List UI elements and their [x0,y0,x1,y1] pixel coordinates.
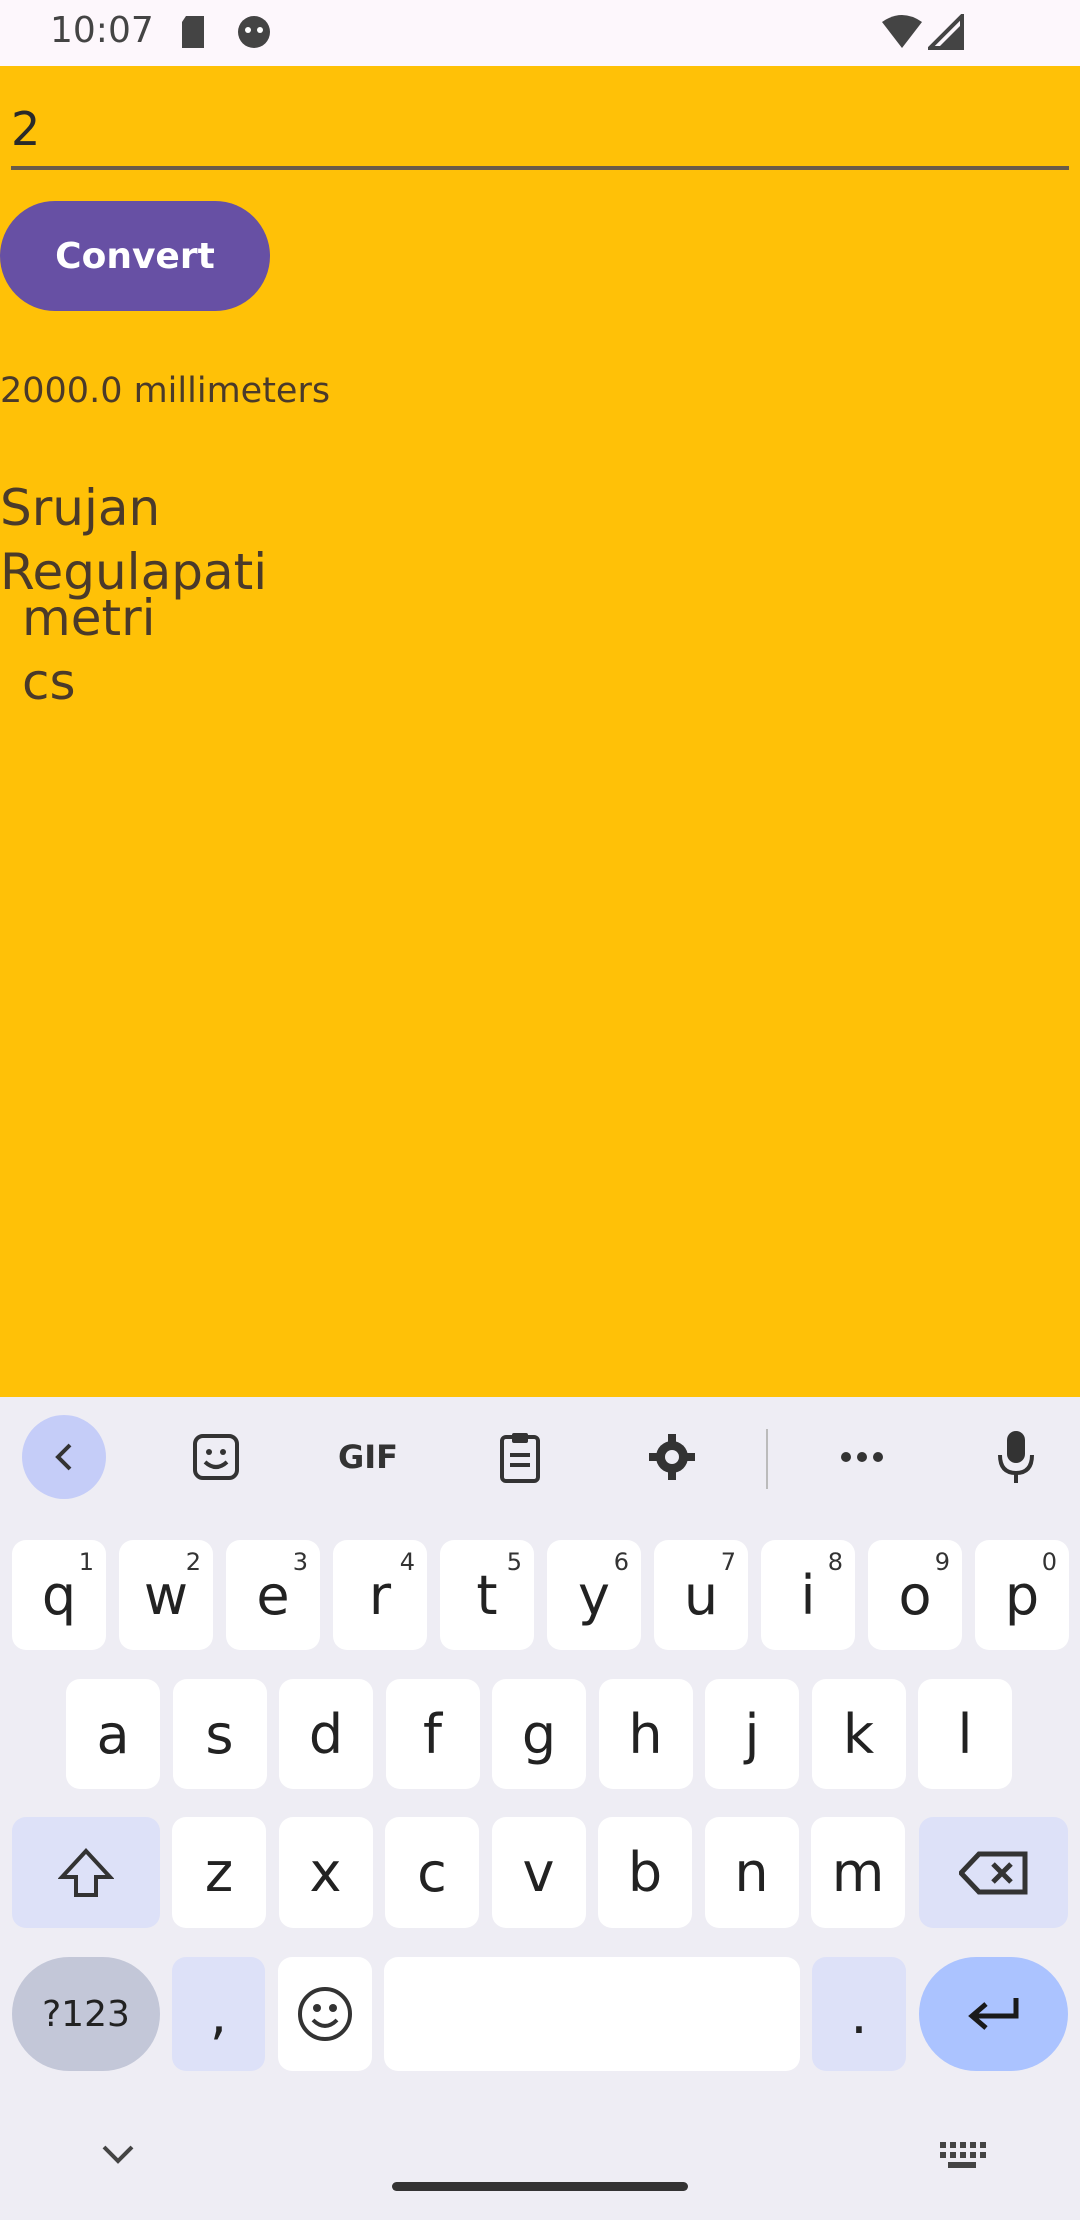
enter-key[interactable] [919,1957,1068,2071]
sd-card-icon [178,14,208,54]
toolbar-divider [766,1429,768,1489]
sticker-icon[interactable] [174,1415,258,1499]
app-content: 2 Convert 2000.0 millimeters Srujan Regu… [0,66,1080,1397]
input-value-text: 2 [11,102,41,156]
key-i[interactable]: i8 [761,1540,855,1650]
author-line-1: Srujan [0,479,161,537]
key-number-hint: 7 [720,1548,736,1576]
status-bar: 10:07 [0,0,1080,66]
comma-key[interactable]: , [172,1957,265,2071]
result-text: 2000.0 millimeters [0,371,331,411]
more-icon[interactable] [820,1415,904,1499]
metrics-label: metri cs [22,586,156,714]
key-l[interactable]: l [918,1679,1012,1789]
key-number-hint: 5 [506,1548,522,1576]
key-number-hint: 6 [613,1548,629,1576]
convert-button[interactable]: Convert [0,201,270,311]
period-key[interactable]: . [812,1957,906,2071]
key-letter: r [368,1563,392,1627]
key-v[interactable]: v [491,1817,586,1928]
key-letter: o [898,1563,932,1627]
key-u[interactable]: u7 [654,1540,748,1650]
key-p[interactable]: p0 [975,1540,1069,1650]
signal-icon [925,11,964,54]
gif-button[interactable]: GIF [326,1415,410,1499]
key-z[interactable]: z [172,1817,266,1928]
key-b[interactable]: b [598,1817,692,1928]
key-x[interactable]: x [278,1817,373,1928]
key-s[interactable]: s [172,1679,267,1789]
shift-key[interactable] [12,1817,160,1928]
key-f[interactable]: f [385,1679,480,1789]
key-t[interactable]: t5 [440,1540,534,1650]
key-letter: y [578,1563,610,1627]
key-j[interactable]: j [705,1679,799,1789]
android-icon [236,14,272,54]
key-number-hint: 3 [292,1548,308,1576]
mic-icon[interactable] [974,1415,1058,1499]
keyboard-toolbar: GIF [0,1397,1080,1517]
key-letter: t [476,1563,498,1627]
gesture-nav-bar[interactable] [392,2182,688,2191]
key-y[interactable]: y6 [547,1540,641,1650]
key-letter: i [800,1563,816,1627]
key-letter: q [41,1563,77,1627]
key-e[interactable]: e3 [226,1540,320,1650]
key-number-hint: 4 [399,1548,415,1576]
keyboard-icon[interactable] [920,2113,1004,2197]
status-time: 10:07 [50,10,154,51]
key-number-hint: 1 [78,1548,94,1576]
gear-icon[interactable] [630,1415,714,1499]
chevron-left-icon[interactable] [22,1415,106,1499]
key-letter: w [143,1563,189,1627]
key-letter: e [256,1563,290,1627]
key-m[interactable]: m [811,1817,905,1928]
key-letter: p [1004,1563,1040,1627]
key-number-hint: 0 [1041,1548,1057,1576]
key-k[interactable]: k [811,1679,906,1789]
key-d[interactable]: d [279,1679,373,1789]
clipboard-icon[interactable] [478,1415,562,1499]
emoji-key[interactable] [278,1957,372,2071]
key-o[interactable]: o9 [868,1540,962,1650]
value-input[interactable] [11,96,1069,170]
key-r[interactable]: r4 [333,1540,427,1650]
key-w[interactable]: w2 [119,1540,213,1650]
metrics-line-1: metri [22,589,156,647]
space-key[interactable] [384,1957,800,2071]
chevron-down-icon[interactable] [76,2113,160,2197]
key-number-hint: 8 [827,1548,843,1576]
key-h[interactable]: h [598,1679,693,1789]
key-c[interactable]: c [385,1817,479,1928]
key-number-hint: 9 [934,1548,950,1576]
backspace-key[interactable] [919,1817,1068,1928]
key-letter: u [683,1563,719,1627]
author-name: Srujan Regulapati [0,476,267,604]
key-n[interactable]: n [704,1817,799,1928]
key-q[interactable]: q1 [12,1540,106,1650]
metrics-line-2: cs [22,653,76,711]
key-number-hint: 2 [185,1548,201,1576]
wifi-icon [880,14,924,54]
symbols-key[interactable]: ?123 [12,1957,160,2071]
keyboard: GIF q1w2e3r4t5y6u7i8o9p0 asdfghjkl zxcvb… [0,1397,1080,2220]
key-g[interactable]: g [492,1679,586,1789]
key-a[interactable]: a [66,1679,160,1789]
